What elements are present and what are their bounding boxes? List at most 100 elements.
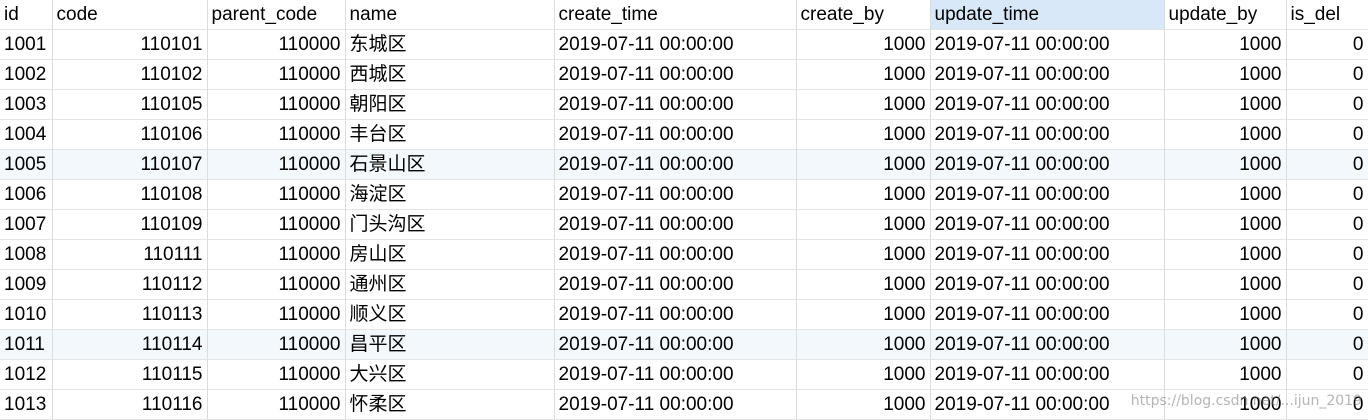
cell-update-by[interactable]: 1000 — [1164, 299, 1287, 330]
cell-create-by[interactable]: 1000 — [796, 59, 931, 90]
cell-update-time[interactable]: 2019-07-11 00:00:00 — [930, 59, 1165, 90]
cell-name[interactable]: 石景山区 — [345, 149, 555, 180]
cell-update-by[interactable]: 1000 — [1164, 269, 1287, 300]
cell-update-time[interactable]: 2019-07-11 00:00:00 — [930, 209, 1165, 240]
cell-name[interactable]: 通州区 — [345, 269, 555, 300]
cell-create-time[interactable]: 2019-07-11 00:00:00 — [554, 59, 797, 90]
cell-create-by[interactable]: 1000 — [796, 89, 931, 120]
cell-create-by[interactable]: 1000 — [796, 239, 931, 270]
cell-update-time[interactable]: 2019-07-11 00:00:00 — [930, 179, 1165, 210]
cell-update-by[interactable]: 1000 — [1164, 149, 1287, 180]
cell-update-by[interactable]: 1000 — [1164, 119, 1287, 150]
cell-id[interactable]: 1004 — [0, 119, 53, 150]
cell-create-time[interactable]: 2019-07-11 00:00:00 — [554, 209, 797, 240]
cell-is-del[interactable]: 0 — [1286, 329, 1368, 360]
table-row[interactable]: 1002 110102 110000 西城区 2019-07-11 00:00:00 10… — [0, 59, 1368, 90]
cell-parent-code[interactable]: 110000 — [207, 89, 346, 120]
cell-code[interactable]: 110111 — [52, 239, 208, 270]
cell-code[interactable]: 110112 — [52, 269, 208, 300]
cell-is-del[interactable]: 0 — [1286, 29, 1368, 60]
cell-code[interactable]: 110108 — [52, 179, 208, 210]
cell-create-by[interactable]: 1000 — [796, 389, 931, 420]
cell-is-del[interactable]: 0 — [1286, 299, 1368, 330]
cell-id[interactable]: 1008 — [0, 239, 53, 270]
cell-create-time[interactable]: 2019-07-11 00:00:00 — [554, 89, 797, 120]
cell-code[interactable]: 110106 — [52, 119, 208, 150]
cell-update-time[interactable]: 2019-07-11 00:00:00 — [930, 389, 1165, 420]
cell-id[interactable]: 1012 — [0, 359, 53, 390]
cell-create-by[interactable]: 1000 — [796, 269, 931, 300]
cell-name[interactable]: 海淀区 — [345, 179, 555, 210]
cell-id[interactable]: 1006 — [0, 179, 53, 210]
column-header-create-time[interactable]: create_time — [554, 0, 797, 30]
cell-is-del[interactable]: 0 — [1286, 179, 1368, 210]
cell-code[interactable]: 110113 — [52, 299, 208, 330]
cell-name[interactable]: 怀柔区 — [345, 389, 555, 420]
column-header-id[interactable]: id — [0, 0, 53, 30]
column-header-is-del[interactable]: is_del — [1286, 0, 1368, 30]
cell-create-by[interactable]: 1000 — [796, 209, 931, 240]
table-row[interactable]: 1006 110108 110000 海淀区 2019-07-11 00:00:00 10… — [0, 179, 1368, 210]
table-row[interactable]: 1010 110113 110000 顺义区 2019-07-11 00:00:00 10… — [0, 299, 1368, 330]
cell-parent-code[interactable]: 110000 — [207, 299, 346, 330]
cell-update-by[interactable]: 1000 — [1164, 89, 1287, 120]
cell-update-time[interactable]: 2019-07-11 00:00:00 — [930, 239, 1165, 270]
cell-create-by[interactable]: 1000 — [796, 119, 931, 150]
cell-is-del[interactable]: 0 — [1286, 359, 1368, 390]
cell-update-time[interactable]: 2019-07-11 00:00:00 — [930, 149, 1165, 180]
column-header-name[interactable]: name — [345, 0, 555, 30]
cell-id[interactable]: 1011 — [0, 329, 53, 360]
cell-is-del[interactable]: 0 — [1286, 389, 1368, 420]
cell-update-time[interactable]: 2019-07-11 00:00:00 — [930, 89, 1165, 120]
cell-code[interactable]: 110105 — [52, 89, 208, 120]
cell-parent-code[interactable]: 110000 — [207, 269, 346, 300]
cell-id[interactable]: 1001 — [0, 29, 53, 60]
column-header-update-by[interactable]: update_by — [1164, 0, 1287, 30]
cell-create-by[interactable]: 1000 — [796, 179, 931, 210]
cell-update-by[interactable]: 1000 — [1164, 209, 1287, 240]
column-header-update-time[interactable]: update_time — [930, 0, 1165, 30]
cell-parent-code[interactable]: 110000 — [207, 239, 346, 270]
cell-id[interactable]: 1007 — [0, 209, 53, 240]
cell-code[interactable]: 110109 — [52, 209, 208, 240]
cell-create-time[interactable]: 2019-07-11 00:00:00 — [554, 149, 797, 180]
cell-name[interactable]: 大兴区 — [345, 359, 555, 390]
cell-name[interactable]: 西城区 — [345, 59, 555, 90]
table-row[interactable]: 1004 110106 110000 丰台区 2019-07-11 00:00:00 10… — [0, 119, 1368, 150]
cell-name[interactable]: 门头沟区 — [345, 209, 555, 240]
cell-create-by[interactable]: 1000 — [796, 299, 931, 330]
cell-create-time[interactable]: 2019-07-11 00:00:00 — [554, 299, 797, 330]
cell-parent-code[interactable]: 110000 — [207, 329, 346, 360]
table-row[interactable]: 1012 110115 110000 大兴区 2019-07-11 00:00:00 10… — [0, 359, 1368, 390]
cell-create-time[interactable]: 2019-07-11 00:00:00 — [554, 119, 797, 150]
cell-id[interactable]: 1003 — [0, 89, 53, 120]
cell-id[interactable]: 1002 — [0, 59, 53, 90]
cell-update-by[interactable]: 1000 — [1164, 179, 1287, 210]
cell-create-time[interactable]: 2019-07-11 00:00:00 — [554, 239, 797, 270]
cell-parent-code[interactable]: 110000 — [207, 179, 346, 210]
cell-name[interactable]: 顺义区 — [345, 299, 555, 330]
cell-parent-code[interactable]: 110000 — [207, 59, 346, 90]
cell-code[interactable]: 110101 — [52, 29, 208, 60]
cell-update-by[interactable]: 1000 — [1164, 359, 1287, 390]
cell-create-by[interactable]: 1000 — [796, 329, 931, 360]
cell-create-by[interactable]: 1000 — [796, 149, 931, 180]
table-row[interactable]: 1013 110116 110000 怀柔区 2019-07-11 00:00:00 10… — [0, 389, 1368, 420]
cell-update-by[interactable]: 1000 — [1164, 389, 1287, 420]
column-header-create-by[interactable]: create_by — [796, 0, 931, 30]
table-row[interactable]: 1001 110101 110000 东城区 2019-07-11 00:00:00 10… — [0, 29, 1368, 60]
cell-is-del[interactable]: 0 — [1286, 239, 1368, 270]
cell-update-time[interactable]: 2019-07-11 00:00:00 — [930, 119, 1165, 150]
cell-create-time[interactable]: 2019-07-11 00:00:00 — [554, 359, 797, 390]
cell-parent-code[interactable]: 110000 — [207, 389, 346, 420]
column-header-code[interactable]: code — [52, 0, 208, 30]
cell-create-by[interactable]: 1000 — [796, 29, 931, 60]
cell-update-time[interactable]: 2019-07-11 00:00:00 — [930, 29, 1165, 60]
cell-create-time[interactable]: 2019-07-11 00:00:00 — [554, 269, 797, 300]
table-row[interactable]: 1011 110114 110000 昌平区 2019-07-11 00:00:00 10… — [0, 329, 1368, 360]
cell-create-by[interactable]: 1000 — [796, 359, 931, 390]
cell-id[interactable]: 1013 — [0, 389, 53, 420]
cell-name[interactable]: 东城区 — [345, 29, 555, 60]
cell-create-time[interactable]: 2019-07-11 00:00:00 — [554, 389, 797, 420]
cell-update-by[interactable]: 1000 — [1164, 329, 1287, 360]
